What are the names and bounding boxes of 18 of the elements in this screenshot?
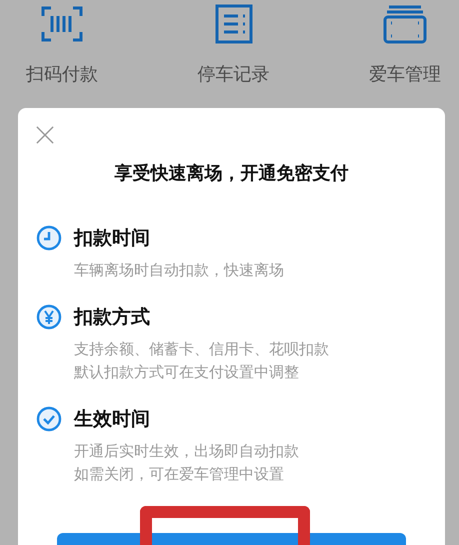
section-description: 默认扣款方式可在支付设置中调整 <box>74 362 300 383</box>
section-description: 车辆离场时自动扣款，快速离场 <box>74 260 285 281</box>
shortcut-label[interactable]: 停车记录 <box>198 62 270 86</box>
check-icon <box>36 406 62 432</box>
close-icon[interactable] <box>36 126 54 144</box>
clock-icon <box>36 225 62 251</box>
shortcut-label[interactable]: 爱车管理 <box>369 62 441 86</box>
section-heading: 扣款时间 <box>74 226 150 251</box>
section-heading: 生效时间 <box>74 407 150 432</box>
shortcut-label[interactable]: 扫码付款 <box>26 62 98 86</box>
section-heading: 扣款方式 <box>74 305 150 330</box>
section-description: 开通后实时生效，出场即自动扣款 <box>74 441 300 462</box>
dialog-title: 享受快速离场，开通免密支付 <box>114 162 350 185</box>
barcode-scan-icon[interactable] <box>40 4 84 44</box>
car-icon[interactable] <box>383 4 427 44</box>
section-description: 支持余额、储蓄卡、信用卡、花呗扣款 <box>74 339 330 360</box>
yen-icon <box>36 304 62 330</box>
section-description: 如需关闭，可在爱车管理中设置 <box>74 464 285 485</box>
